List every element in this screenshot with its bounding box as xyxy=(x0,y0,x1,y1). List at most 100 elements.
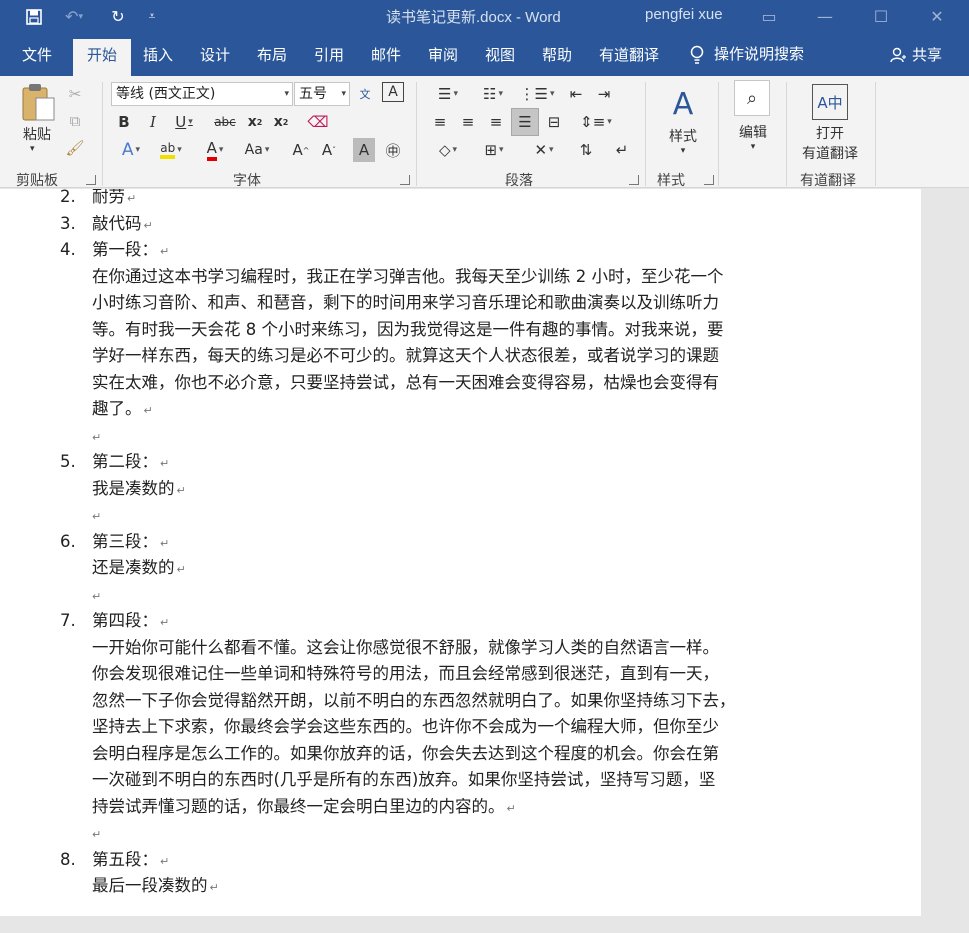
share-button[interactable]: 共享 xyxy=(890,33,942,76)
document-page[interactable]: 2. 耐劳 ↵ 3. 敲代码 ↵ 4. 第一段： ↵ 在你通过这本书学习编程时，我正在学习弹吉他。… xyxy=(0,189,921,916)
tab-mailings[interactable]: 邮件 xyxy=(371,33,401,76)
paragraph-mark: ↵ xyxy=(160,457,170,470)
sort-icon[interactable]: ⇅ xyxy=(574,138,598,162)
show-hide-marks-icon[interactable]: ↵ xyxy=(610,138,634,162)
list-item-title-text: 第三段： xyxy=(92,531,158,551)
vertical-scrollbar[interactable] xyxy=(921,189,969,933)
bold-icon[interactable]: B xyxy=(114,110,134,134)
strikethrough-icon[interactable]: abc xyxy=(210,110,240,134)
multilevel-list-icon[interactable]: ⋮☰ ▾ xyxy=(517,82,557,106)
shrink-font-icon[interactable]: Aˇ xyxy=(318,138,340,162)
grow-font-icon[interactable]: A ^ xyxy=(290,138,312,162)
list-item-title-text: 第一段： xyxy=(92,240,158,259)
list-item-title: 第四段： ↵ xyxy=(92,608,169,637)
editing-label[interactable]: 编辑 xyxy=(734,122,772,142)
empty-paragraph: ↵ xyxy=(92,502,101,531)
font-launcher-icon[interactable] xyxy=(400,175,410,185)
document-area: 2. 耐劳 ↵ 3. 敲代码 ↵ 4. 第一段： ↵ 在你通过这本书学习编程时，我正在学习弹吉他。… xyxy=(0,189,969,933)
phonetic-guide-icon[interactable]: 文 xyxy=(354,82,376,106)
list-item-title-text: 耐劳 xyxy=(92,189,125,206)
change-case-icon[interactable]: Aa ▾ xyxy=(240,138,274,162)
ribbon-display-options-icon[interactable]: ▭ xyxy=(744,0,794,33)
styles-launcher-icon[interactable] xyxy=(704,175,714,185)
paragraph-mark: ↵ xyxy=(176,483,186,497)
clear-formatting-icon[interactable]: ⌫ xyxy=(306,110,330,134)
line-spacing-icon[interactable]: ⇕≡ ▾ xyxy=(578,110,614,134)
tab-design[interactable]: 设计 xyxy=(200,33,230,76)
borders-icon[interactable]: ⊞ ▾ xyxy=(474,138,514,162)
numbering-icon[interactable]: ☷ ▾ xyxy=(473,82,513,106)
distributed-icon[interactable]: ⊟ xyxy=(542,110,566,134)
tab-review[interactable]: 审阅 xyxy=(428,33,458,76)
align-left-icon[interactable]: ≡ xyxy=(428,110,452,134)
styles-dropdown-arrow[interactable]: ▾ xyxy=(663,146,703,156)
character-border-icon[interactable]: A xyxy=(382,82,404,102)
paragraph-launcher-icon[interactable] xyxy=(629,175,639,185)
styles-label[interactable]: 样式 xyxy=(663,126,703,146)
paragraph-line: 实在太难，你也不必介意，只要坚持尝试，总有一天困难会变得容易，枯燥也会变得有 xyxy=(92,370,719,397)
tab-home[interactable]: 开始 xyxy=(73,39,132,76)
save-icon[interactable] xyxy=(20,0,48,33)
list-number: 8. xyxy=(60,849,76,869)
undo-icon[interactable]: ↶ ▾ xyxy=(60,0,88,33)
minimize-icon[interactable]: — xyxy=(800,0,850,33)
document-title: 读书笔记更新.docx - Word xyxy=(386,9,561,26)
shading-icon[interactable]: ◇ ▾ xyxy=(428,138,468,162)
tab-references[interactable]: 引用 xyxy=(314,33,344,76)
italic-icon[interactable]: I xyxy=(143,110,163,134)
clipboard-launcher-icon[interactable] xyxy=(86,175,96,185)
text-effects-icon[interactable]: A ▾ xyxy=(114,138,148,162)
list-item-title-text: 第五段： xyxy=(92,849,158,869)
paragraph-mark: ↵ xyxy=(92,510,102,523)
align-center-icon[interactable]: ≡ xyxy=(456,110,480,134)
decrease-indent-icon[interactable]: ⇤ xyxy=(564,82,588,106)
tab-layout[interactable]: 布局 xyxy=(257,33,287,76)
tab-youdao[interactable]: 有道翻译 xyxy=(599,33,659,76)
paste-icon[interactable] xyxy=(18,82,58,122)
align-right-icon[interactable]: ≡ xyxy=(484,110,508,134)
cut-icon[interactable]: ✂ xyxy=(64,82,86,106)
format-painter-icon[interactable]: 🖌 xyxy=(64,136,86,160)
maximize-icon[interactable]: ☐ xyxy=(856,0,906,33)
paste-label[interactable]: 粘贴 xyxy=(20,124,54,144)
tell-me-search[interactable]: 操作说明搜索 xyxy=(690,33,804,76)
youdao-translate-icon[interactable]: A中 xyxy=(812,84,848,120)
character-shading-icon[interactable]: A xyxy=(353,138,375,162)
separator xyxy=(718,82,719,186)
paragraph-mark: ↵ xyxy=(176,563,186,576)
subscript-icon[interactable]: x2 xyxy=(244,110,266,134)
find-icon[interactable]: ⌕ xyxy=(734,80,770,116)
customize-quick-access-icon[interactable]: ⩡ xyxy=(138,0,166,33)
styles-icon[interactable]: A xyxy=(663,84,703,124)
paragraph-line-text: 实在太难，你也不必介意，只要坚持尝试，总有一天困难会变得容易，枯燥也会变得有 xyxy=(92,372,719,392)
paragraph-line-text: 在你通过这本书学习编程时，我正在学习弹吉他。我每天至少训练 2 小时，至少花一个 xyxy=(92,266,724,286)
font-color-icon[interactable]: A ▾ xyxy=(197,138,233,162)
tab-help[interactable]: 帮助 xyxy=(542,33,572,76)
list-number: 4. xyxy=(60,240,76,259)
user-name[interactable]: pengfei xue xyxy=(645,6,723,23)
copy-icon[interactable]: ⧉ xyxy=(64,109,86,133)
paragraph-line: 在你通过这本书学习编程时，我正在学习弹吉他。我每天至少训练 2 小时，至少花一个 xyxy=(92,264,724,291)
youdao-translate-button[interactable]: 打开 有道翻译 xyxy=(800,124,860,164)
paragraph-mark: ↵ xyxy=(92,589,102,603)
close-icon[interactable]: ✕ xyxy=(912,0,962,33)
justify-icon[interactable]: ☰ xyxy=(511,108,539,136)
highlight-icon[interactable]: ab ▾ xyxy=(153,138,189,162)
tab-view[interactable]: 视图 xyxy=(485,33,515,76)
asian-layout-icon[interactable]: ✕ ▾ xyxy=(524,138,564,162)
underline-icon[interactable]: U ▾ xyxy=(170,110,198,134)
superscript-icon[interactable]: x2 xyxy=(270,110,292,134)
font-size-combo[interactable]: 五号 ▾ xyxy=(294,82,350,106)
paragraph-mark: ↵ xyxy=(160,536,170,550)
paste-dropdown-arrow[interactable]: ▾ xyxy=(30,144,35,154)
person-icon xyxy=(890,47,906,62)
paragraph-line: 你会发现很难记住一些单词和特殊符号的用法，而且会经常感到很迷茫，直到有一天， xyxy=(92,661,719,688)
enclose-characters-icon[interactable]: ㊥ xyxy=(382,138,404,162)
font-name-combo[interactable]: 等线 (西文正文) ▾ xyxy=(111,82,293,106)
redo-icon[interactable]: ↻ xyxy=(104,0,132,33)
increase-indent-icon[interactable]: ⇥ xyxy=(592,82,616,106)
tab-file[interactable]: 文件 xyxy=(22,33,52,76)
tab-insert[interactable]: 插入 xyxy=(143,33,173,76)
editing-dropdown-arrow[interactable]: ▾ xyxy=(734,142,772,152)
bullets-icon[interactable]: ☰ ▾ xyxy=(428,82,468,106)
